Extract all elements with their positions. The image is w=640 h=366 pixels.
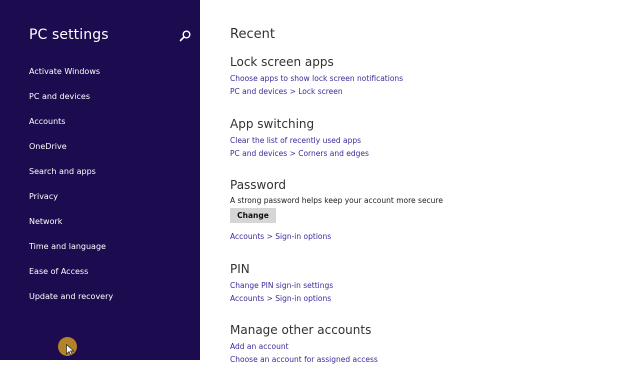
sidebar-nav: Activate Windows PC and devices Accounts… [29,66,113,316]
choose-lock-screen-apps-link[interactable]: Choose apps to show lock screen notifica… [230,72,403,85]
lock-screen-apps-heading: Lock screen apps [230,55,334,69]
sidebar-item-update-and-recovery[interactable]: Update and recovery [29,291,113,316]
lock-screen-settings-link[interactable]: PC and devices > Lock screen [230,85,403,98]
sidebar: PC settings Activate Windows PC and devi… [0,0,200,360]
change-pin-link[interactable]: Change PIN sign-in settings [230,279,333,292]
sidebar-item-onedrive[interactable]: OneDrive [29,141,113,166]
password-sign-in-options-link[interactable]: Accounts > Sign-in options [230,230,443,243]
sidebar-item-ease-of-access[interactable]: Ease of Access [29,266,113,291]
sidebar-item-search-and-apps[interactable]: Search and apps [29,166,113,191]
change-password-button[interactable]: Change [230,208,276,223]
password-heading: Password [230,178,287,192]
sidebar-item-accounts[interactable]: Accounts [29,116,113,141]
manage-accounts-heading: Manage other accounts [230,323,372,337]
corners-and-edges-link[interactable]: PC and devices > Corners and edges [230,147,369,160]
page-title: Recent [230,27,275,42]
sidebar-item-network[interactable]: Network [29,216,113,241]
sidebar-item-privacy[interactable]: Privacy [29,191,113,216]
main-content: Recent Lock screen apps Choose apps to s… [230,0,630,364]
password-description: A strong password helps keep your accoun… [230,196,443,205]
app-switching-section: App switching Clear the list of recently… [230,116,369,160]
sidebar-item-time-and-language[interactable]: Time and language [29,241,113,266]
manage-accounts-section: Manage other accounts Add an account Cho… [230,322,378,366]
clear-recent-apps-link[interactable]: Clear the list of recently used apps [230,134,369,147]
sidebar-item-activate-windows[interactable]: Activate Windows [29,66,113,91]
add-account-link[interactable]: Add an account [230,340,378,353]
pin-heading: PIN [230,262,250,276]
app-switching-heading: App switching [230,117,315,131]
pin-sign-in-options-link[interactable]: Accounts > Sign-in options [230,292,333,305]
sidebar-title: PC settings [29,27,109,43]
lock-screen-apps-section: Lock screen apps Choose apps to show loc… [230,54,403,98]
sidebar-item-pc-and-devices[interactable]: PC and devices [29,91,113,116]
mouse-pointer-icon [66,344,75,356]
search-icon[interactable] [178,29,192,43]
password-section: Password A strong password helps keep yo… [230,177,443,243]
pin-section: PIN Change PIN sign-in settings Accounts… [230,261,333,305]
